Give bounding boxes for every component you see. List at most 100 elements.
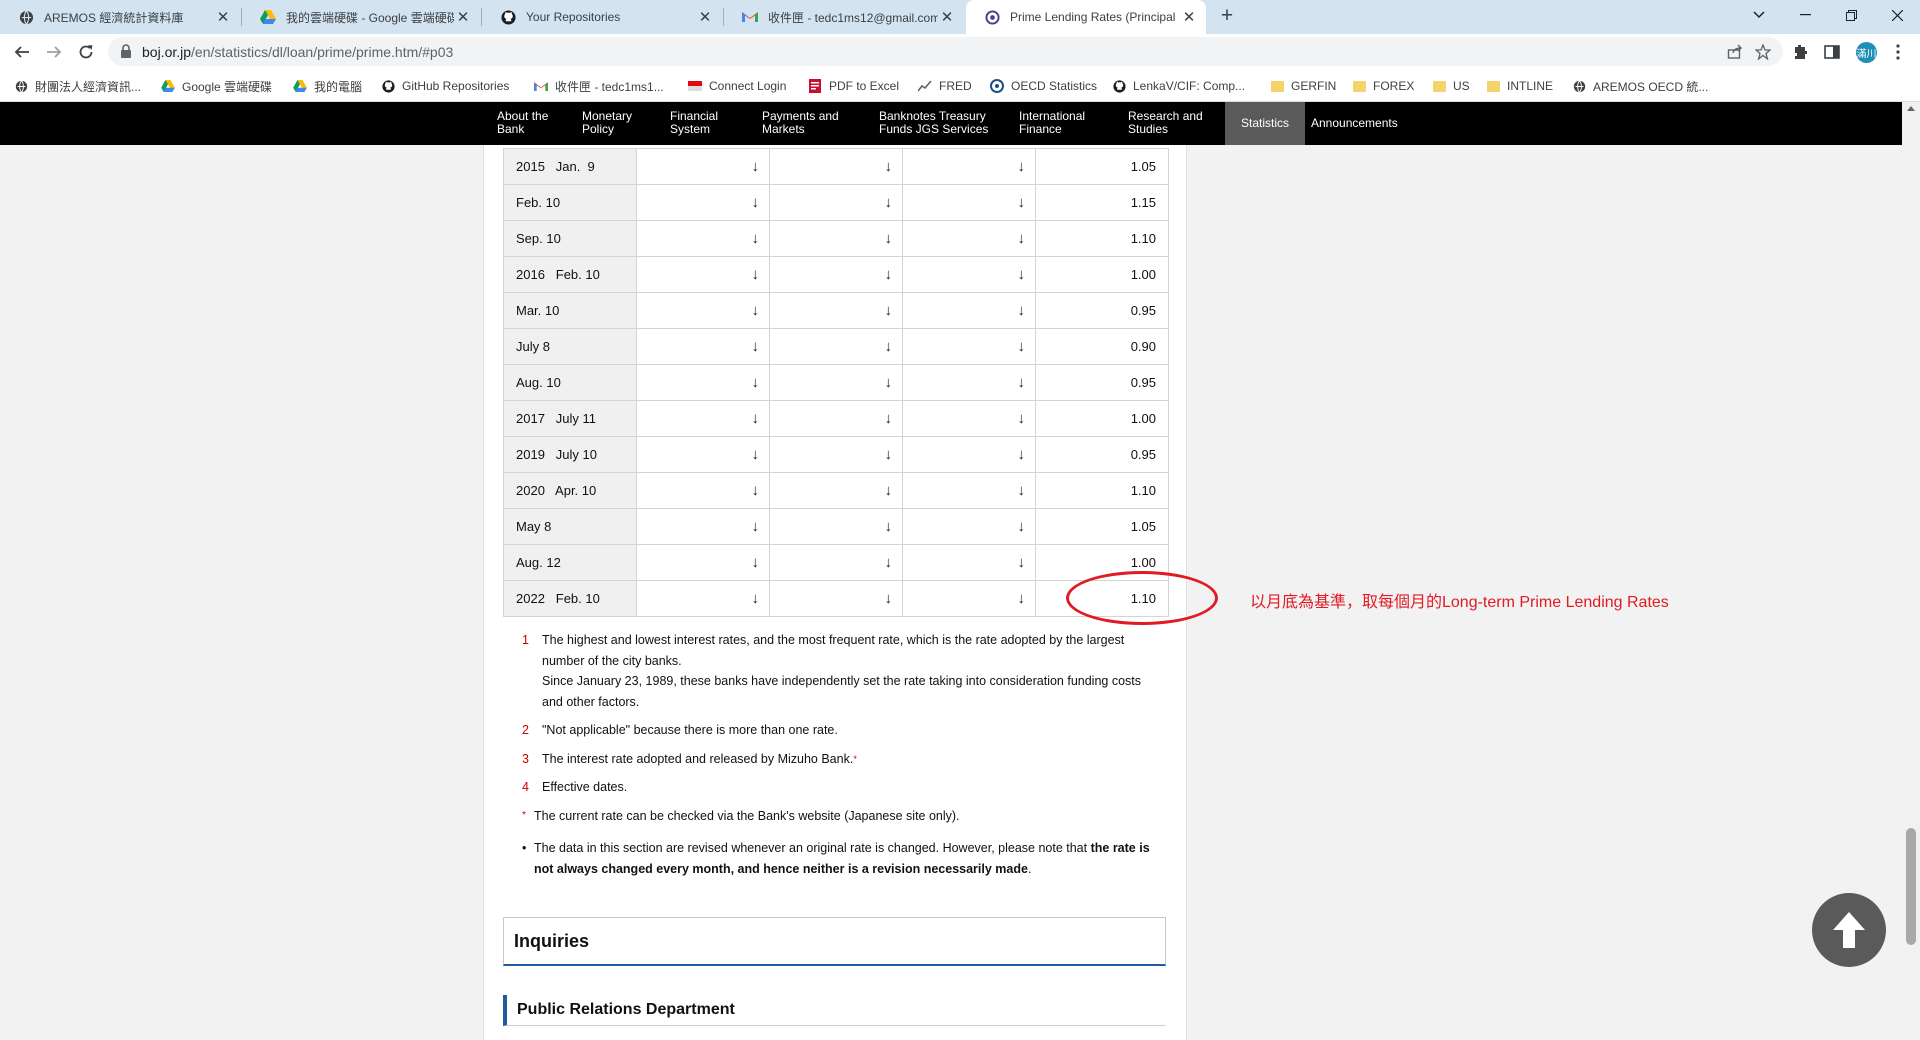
bookmark-label: AREMOS OECD 統... (1593, 79, 1709, 94)
unchanged-arrow-cell: ↓ (902, 580, 1036, 617)
address-bar[interactable]: boj.or.jp/en/statistics/dl/loan/prime/pr… (108, 37, 1783, 66)
bookmark-item[interactable]: GitHub Repositories (381, 77, 509, 95)
table-row: 2020 Apr. 10 ↓ ↓ ↓ 1.10 (503, 472, 1169, 509)
unchanged-arrow-cell: ↓ (769, 472, 903, 509)
unchanged-arrow-cell: ↓ (636, 184, 770, 221)
tab-aremos[interactable]: AREMOS 經濟統計資料庫 ✕ (0, 0, 240, 34)
unchanged-arrow-cell: ↓ (636, 292, 770, 329)
unchanged-arrow-cell: ↓ (636, 256, 770, 293)
scrollbar-thumb[interactable] (1906, 828, 1916, 945)
bookmark-item[interactable]: PDF to Excel (808, 77, 899, 95)
tab-gmail[interactable]: 收件匣 - tedc1ms12@gmail.com ✕ (724, 0, 964, 34)
close-window-button[interactable] (1874, 0, 1920, 30)
unchanged-arrow-cell: ↓ (769, 256, 903, 293)
unchanged-arrow-cell: ↓ (769, 508, 903, 545)
restore-button[interactable] (1828, 0, 1874, 30)
nav-payments-and-markets[interactable]: Payments and Markets (762, 110, 839, 136)
tab-search-button[interactable] (1736, 0, 1782, 30)
bookmark-star-icon[interactable] (1754, 43, 1772, 61)
unchanged-arrow-cell: ↓ (902, 328, 1036, 365)
scroll-up-arrow[interactable] (1907, 106, 1915, 111)
unchanged-arrow-cell: ↓ (769, 220, 903, 257)
close-icon[interactable]: ✕ (1180, 8, 1198, 26)
bookmark-item[interactable]: FRED (918, 77, 972, 95)
url-path: /en/statistics/dl/loan/prime/prime.htm/#… (191, 44, 454, 60)
long-term-rate-cell: 1.15 (1035, 184, 1169, 221)
nav-international-finance[interactable]: International Finance (1019, 110, 1085, 136)
revision-note: • The data in this section are revised w… (520, 838, 1160, 879)
nav-research-and-studies[interactable]: Research and Studies (1128, 110, 1203, 136)
bookmark-folder[interactable]: FOREX (1352, 77, 1414, 95)
long-term-rate-cell: 1.00 (1035, 256, 1169, 293)
table-row: 2017 July 11 ↓ ↓ ↓ 1.00 (503, 400, 1169, 437)
tab-github[interactable]: Your Repositories ✕ (482, 0, 722, 34)
nav-label: Finance (1019, 122, 1062, 136)
tab-strip: AREMOS 經濟統計資料庫 ✕ 我的雲端硬碟 - Google 雲端硬碟 ✕ … (0, 0, 1920, 34)
bookmark-label: Connect Login (709, 79, 787, 93)
bookmark-item[interactable]: Google 雲端硬碟 (161, 77, 272, 95)
nav-statistics[interactable]: Statistics (1225, 102, 1306, 145)
page-scrollbar[interactable] (1902, 102, 1920, 1040)
footnote: 2 "Not applicable" because there is more… (520, 720, 1160, 741)
folder-icon (1486, 79, 1500, 93)
table-row: Mar. 10 ↓ ↓ ↓ 0.95 (503, 292, 1169, 329)
extensions-icon[interactable] (1790, 42, 1810, 62)
back-button[interactable] (8, 38, 36, 66)
table-row: May 8 ↓ ↓ ↓ 1.05 (503, 508, 1169, 545)
tab-google-drive[interactable]: 我的雲端硬碟 - Google 雲端硬碟 ✕ (242, 0, 480, 34)
bookmark-item[interactable]: 我的電腦 (293, 77, 362, 95)
tab-prime-lending-rates[interactable]: Prime Lending Rates (Principal ✕ (966, 0, 1206, 34)
unchanged-arrow-cell: ↓ (769, 436, 903, 473)
bookmark-label: INTLINE (1507, 79, 1554, 93)
bookmark-folder[interactable]: GERFIN (1270, 77, 1336, 95)
long-term-rate-cell: 1.10 (1035, 472, 1169, 509)
unchanged-arrow-cell: ↓ (636, 436, 770, 473)
minimize-button[interactable] (1782, 0, 1828, 30)
nav-monetary-policy[interactable]: Monetary Policy (582, 110, 632, 136)
date-cell: Mar. 10 (503, 292, 637, 329)
bookmark-item[interactable]: 收件匣 - tedc1ms1... (534, 77, 664, 95)
unchanged-arrow-cell: ↓ (636, 472, 770, 509)
forward-button[interactable] (40, 38, 68, 66)
bookmark-folder[interactable]: INTLINE (1486, 77, 1553, 95)
reload-button[interactable] (72, 38, 100, 66)
close-icon[interactable]: ✕ (938, 8, 956, 26)
close-icon[interactable]: ✕ (454, 8, 472, 26)
nav-about-the-bank[interactable]: About the Bank (497, 110, 548, 136)
tab-title: AREMOS 經濟統計資料庫 (44, 10, 184, 25)
asterisk-symbol: * (522, 809, 526, 821)
footnotes: 1 The highest and lowest interest rates,… (520, 630, 1160, 879)
bookmark-folder[interactable]: US (1432, 77, 1470, 95)
lock-icon (120, 44, 134, 58)
side-panel-icon[interactable] (1822, 42, 1842, 62)
menu-kebab-icon[interactable] (1888, 42, 1908, 62)
bookmark-item[interactable]: LenkaV/CIF: Comp... (1112, 77, 1245, 95)
github-icon (500, 9, 516, 25)
table-row: Aug. 12 ↓ ↓ ↓ 1.00 (503, 544, 1169, 581)
footnote-asterisk: * (853, 753, 857, 764)
date-cell: 2020 Apr. 10 (503, 472, 637, 509)
footnote-text: The highest and lowest interest rates, a… (542, 633, 1125, 668)
close-icon[interactable]: ✕ (214, 8, 232, 26)
share-icon[interactable] (1726, 43, 1744, 61)
bookmark-item[interactable]: 財團法人經濟資訊... (14, 77, 141, 95)
footnote-text-wrap: The interest rate adopted and released b… (542, 749, 1160, 770)
bookmark-item[interactable]: AREMOS OECD 統... (1572, 77, 1708, 95)
long-term-rate-cell: 0.95 (1035, 364, 1169, 401)
bookmark-item[interactable]: Connect Login (688, 77, 786, 95)
github-icon (381, 79, 395, 93)
close-icon[interactable]: ✕ (696, 8, 714, 26)
long-term-rate-cell: 0.95 (1035, 292, 1169, 329)
date-cell: 2016 Feb. 10 (503, 256, 637, 293)
nav-banknotes-treasury[interactable]: Banknotes Treasury Funds JGS Services (879, 110, 988, 136)
scroll-to-top-button[interactable] (1812, 893, 1886, 967)
nav-financial-system[interactable]: Financial System (670, 110, 718, 136)
nav-announcements[interactable]: Announcements (1311, 102, 1398, 145)
profile-avatar[interactable]: 滿川 (1856, 42, 1877, 63)
footnote-text: The interest rate adopted and released b… (542, 751, 854, 766)
bookmark-item[interactable]: OECD Statistics (990, 77, 1097, 95)
new-tab-button[interactable]: + (1214, 4, 1240, 30)
unchanged-arrow-cell: ↓ (636, 544, 770, 581)
date-cell: 2015 Jan. 9 (503, 148, 637, 185)
github-icon (1112, 79, 1126, 93)
